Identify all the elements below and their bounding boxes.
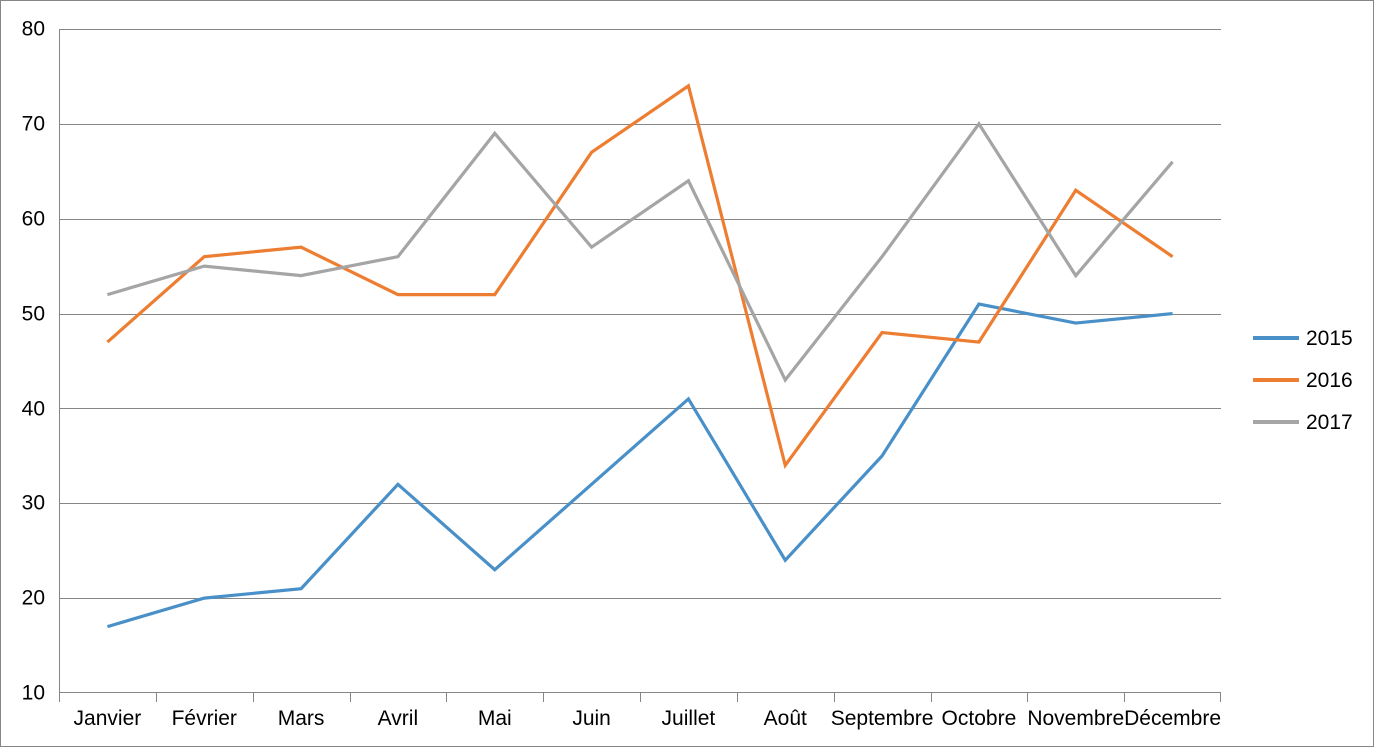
legend-label: 2016 (1306, 368, 1353, 392)
legend-label: 2017 (1306, 410, 1353, 434)
y-tick-label: 20 (21, 586, 45, 610)
x-tick-label: Février (171, 707, 237, 730)
legend-label: 2015 (1306, 326, 1353, 350)
legend-item-2017[interactable]: 2017 (1253, 401, 1363, 443)
legend-swatch-icon (1253, 420, 1299, 424)
x-tick-label: Août (763, 707, 807, 730)
plot-area (59, 29, 1221, 693)
y-tick-label: 60 (21, 207, 45, 231)
x-tick (59, 693, 60, 702)
x-tick (736, 693, 738, 702)
x-tick-label: Juin (572, 707, 611, 730)
x-tick-label: Novembre (1027, 707, 1125, 730)
x-tick (155, 693, 157, 702)
x-tick-label: Juillet (661, 707, 716, 730)
line-chart: 80 70 60 50 40 30 20 10 Janvier Février Ma… (0, 0, 1374, 747)
legend-swatch-icon (1253, 378, 1299, 382)
x-tick (1124, 693, 1126, 702)
legend: 2015 2016 2017 (1253, 317, 1363, 443)
x-tick (1220, 693, 1221, 702)
y-tick-label: 30 (21, 491, 45, 515)
y-tick-label: 40 (21, 397, 45, 421)
legend-item-2016[interactable]: 2016 (1253, 359, 1363, 401)
x-tick-label: Avril (377, 707, 419, 730)
legend-swatch-icon (1253, 336, 1299, 340)
x-tick (446, 693, 448, 702)
x-tick-label: Mars (277, 707, 325, 730)
x-tick (252, 693, 254, 702)
y-axis: 80 70 60 50 40 30 20 10 (1, 1, 59, 746)
x-tick-label: Janvier (73, 707, 142, 730)
x-axis: Janvier Février Mars Avril Mai Juin Juillet Aoû… (59, 702, 1221, 742)
series-line-2015 (106, 302, 1173, 629)
x-tick (349, 693, 351, 702)
x-tick (543, 693, 545, 702)
series-lines (106, 83, 1174, 629)
x-tick-label: Mai (477, 707, 512, 730)
x-tick (640, 693, 641, 702)
y-tick-label: 50 (21, 302, 45, 326)
x-tick (833, 693, 835, 702)
x-tick-label: Septembre (830, 707, 934, 730)
x-tick-label: Décembre (1124, 707, 1222, 730)
x-tick (1027, 693, 1029, 702)
legend-item-2015[interactable]: 2015 (1253, 317, 1363, 359)
y-tick-label: 70 (21, 112, 45, 136)
x-tick-label: Octobre (941, 707, 1017, 730)
x-tick (930, 693, 932, 702)
series-line-2016 (106, 83, 1174, 470)
y-tick-label: 10 (21, 681, 45, 705)
y-tick-label: 80 (21, 17, 45, 41)
x-axis-ticks (59, 693, 1221, 702)
